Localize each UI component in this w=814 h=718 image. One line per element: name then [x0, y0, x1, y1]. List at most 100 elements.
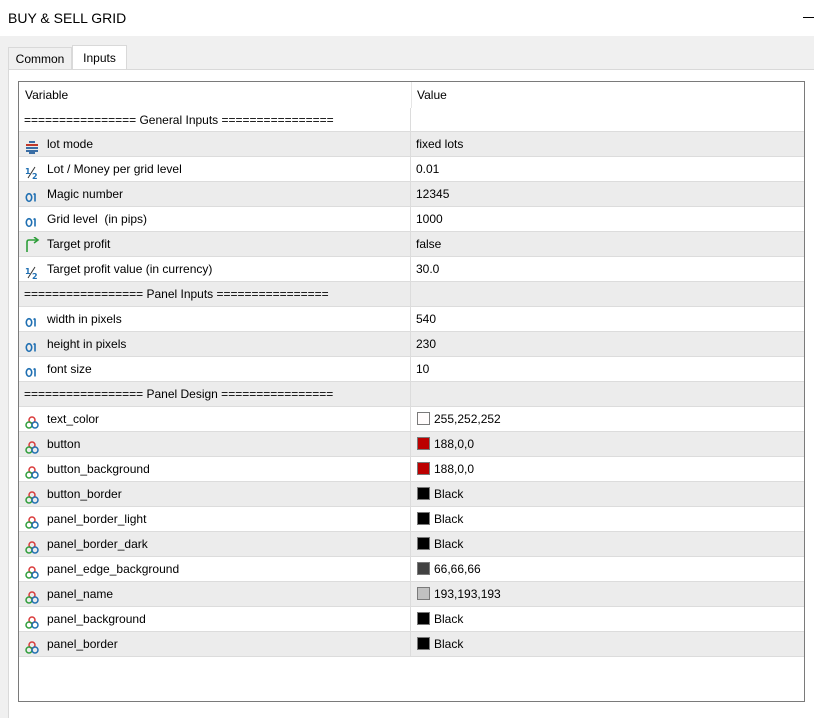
value-cell[interactable]: 540	[412, 307, 804, 331]
variable-cell: lot mode	[19, 132, 411, 156]
color-icon	[25, 588, 39, 604]
variable-cell: 1 2 Target profit value (in currency)	[19, 257, 411, 281]
parameter-value: fixed lots	[416, 137, 464, 151]
column-header-variable[interactable]: Variable	[25, 82, 68, 108]
value-cell	[412, 108, 804, 132]
parameter-value: 30.0	[416, 262, 440, 276]
table-row[interactable]: panel_edge_background 66,66,66	[19, 557, 804, 582]
variable-name: button_border	[47, 487, 122, 501]
variable-name: Grid level (in pips)	[47, 212, 148, 226]
column-header-value[interactable]: Value	[417, 82, 447, 108]
variable-name: Target profit value (in currency)	[47, 262, 213, 276]
parameter-value: 0.01	[416, 162, 440, 176]
parameter-value: 193,193,193	[434, 587, 501, 601]
table-row[interactable]: button_background 188,0,0	[19, 457, 804, 482]
value-cell[interactable]: false	[412, 232, 804, 256]
parameter-value: 230	[416, 337, 437, 351]
value-cell[interactable]: 193,193,193	[412, 582, 804, 606]
tab-inputs[interactable]: Inputs	[72, 45, 127, 70]
value-cell[interactable]: Black	[412, 632, 804, 656]
table-row[interactable]: height in pixels 230	[19, 332, 804, 357]
variable-name: text_color	[47, 412, 100, 426]
color-swatch[interactable]	[417, 412, 430, 426]
color-icon	[25, 638, 39, 654]
color-icon	[25, 413, 39, 429]
value-cell[interactable]: Black	[412, 482, 804, 506]
table-row[interactable]: panel_background Black	[19, 607, 804, 632]
list-icon	[25, 138, 39, 154]
svg-text:2: 2	[32, 272, 38, 279]
value-cell[interactable]: 66,66,66	[412, 557, 804, 581]
table-section-row[interactable]: ================= Panel Design =========…	[19, 382, 804, 407]
integer-icon	[25, 213, 39, 228]
variable-cell: ================ General Inputs ========…	[19, 108, 411, 132]
table-row[interactable]: width in pixels 540	[19, 307, 804, 332]
parameter-value: Black	[434, 537, 464, 551]
value-cell[interactable]: Black	[412, 532, 804, 556]
value-cell[interactable]: 230	[412, 332, 804, 356]
fraction-icon: 12	[25, 263, 39, 281]
variable-name: width in pixels	[47, 312, 122, 326]
title-bar: BUY & SELL GRID	[0, 0, 814, 36]
table-row[interactable]: button 188,0,0	[19, 432, 804, 457]
variable-cell: font size	[19, 357, 411, 381]
value-cell[interactable]: fixed lots	[412, 132, 804, 156]
value-cell[interactable]: 1000	[412, 207, 804, 231]
parameter-value: 540	[416, 312, 437, 326]
table-section-row[interactable]: ================ General Inputs ========…	[19, 108, 804, 132]
value-cell[interactable]: 30.0	[412, 257, 804, 281]
color-swatch[interactable]	[417, 637, 430, 651]
variable-cell: panel_border_dark	[19, 532, 411, 556]
color-icon	[25, 438, 39, 454]
parameter-value: Black	[434, 487, 464, 501]
table-row[interactable]: text_color 255,252,252	[19, 407, 804, 432]
value-cell[interactable]: Black	[412, 607, 804, 631]
table-row[interactable]: panel_border Black	[19, 632, 804, 657]
color-swatch[interactable]	[417, 562, 430, 576]
parameter-value: 66,66,66	[434, 562, 481, 576]
variable-name: button	[47, 437, 81, 451]
table-row[interactable]: panel_border_light Black	[19, 507, 804, 532]
table-row[interactable]: lot mode fixed lots	[19, 132, 804, 157]
value-cell[interactable]: 0.01	[412, 157, 804, 181]
variable-name: font size	[47, 362, 92, 376]
variable-cell: panel_name	[19, 582, 411, 606]
color-swatch[interactable]	[417, 587, 430, 601]
window-title: BUY & SELL GRID	[8, 10, 127, 26]
color-swatch[interactable]	[417, 487, 430, 501]
table-row[interactable]: 1 2 Target profit value (in currency) 30.0	[19, 257, 804, 282]
color-swatch[interactable]	[417, 537, 430, 551]
value-cell[interactable]: 188,0,0	[412, 457, 804, 481]
color-icon	[25, 563, 39, 579]
value-cell[interactable]: 10	[412, 357, 804, 381]
table-row[interactable]: Magic number 12345	[19, 182, 804, 207]
value-cell[interactable]: 12345	[412, 182, 804, 206]
value-cell[interactable]: Black	[412, 507, 804, 531]
color-icon	[25, 513, 39, 529]
table-section-row[interactable]: ================= Panel Inputs =========…	[19, 282, 804, 307]
inputs-table[interactable]: Variable Value ================ General …	[18, 81, 805, 702]
variable-cell: panel_border_light	[19, 507, 411, 531]
variable-cell: panel_border	[19, 632, 411, 656]
table-row[interactable]: button_border Black	[19, 482, 804, 507]
table-row[interactable]: panel_border_dark Black	[19, 532, 804, 557]
column-divider[interactable]	[411, 82, 412, 108]
variable-name: height in pixels	[47, 337, 127, 351]
color-swatch[interactable]	[417, 612, 430, 626]
minimize-icon[interactable]	[803, 17, 814, 18]
tab-common[interactable]: Common	[8, 47, 72, 70]
table-row[interactable]: Grid level (in pips) 1000	[19, 207, 804, 232]
table-row[interactable]: 1 2 Lot / Money per grid level 0.01	[19, 157, 804, 182]
color-swatch[interactable]	[417, 462, 430, 476]
color-swatch[interactable]	[417, 512, 430, 526]
table-row[interactable]: font size 10	[19, 357, 804, 382]
fraction-icon: 12	[25, 163, 39, 181]
value-cell	[412, 382, 804, 406]
color-swatch[interactable]	[417, 437, 430, 451]
table-row[interactable]: Target profit false	[19, 232, 804, 257]
value-cell[interactable]: 188,0,0	[412, 432, 804, 456]
table-body: ================ General Inputs ========…	[19, 108, 804, 657]
variable-name: panel_border	[47, 637, 118, 651]
value-cell[interactable]: 255,252,252	[412, 407, 804, 431]
table-row[interactable]: panel_name 193,193,193	[19, 582, 804, 607]
